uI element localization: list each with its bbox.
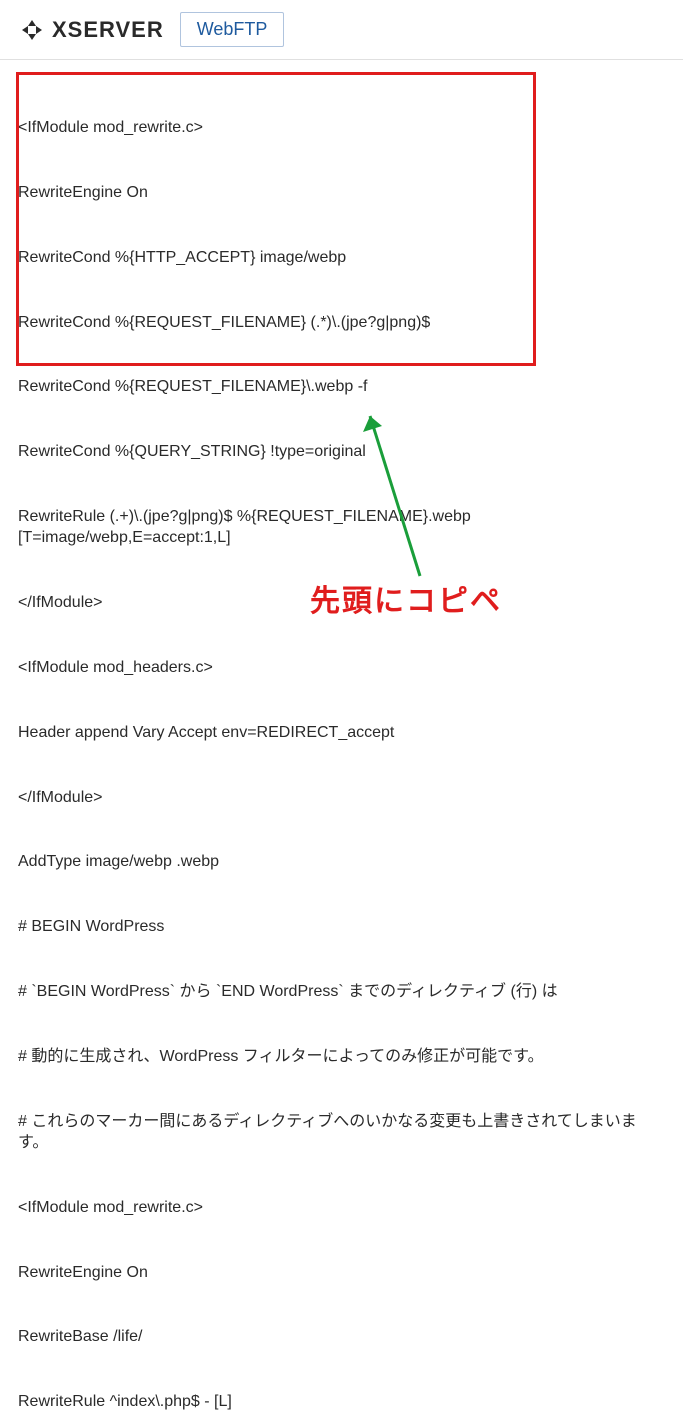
brand-logo: XSERVER — [20, 17, 164, 43]
code-line: <IfModule mod_rewrite.c> — [18, 1197, 665, 1219]
header-bar: XSERVER WebFTP — [0, 0, 683, 60]
code-line: RewriteBase /life/ — [18, 1326, 665, 1348]
annotation-label: 先頭にコピペ — [310, 576, 502, 620]
code-line: <IfModule mod_rewrite.c> — [18, 117, 665, 139]
code-line: # 動的に生成され、WordPress フィルターによってのみ修正が可能です。 — [18, 1046, 665, 1068]
htaccess-code-block: <IfModule mod_rewrite.c> RewriteEngine O… — [18, 74, 665, 1426]
code-line: </IfModule> — [18, 787, 665, 809]
code-line: <IfModule mod_headers.c> — [18, 657, 665, 679]
code-line: # BEGIN WordPress — [18, 916, 665, 938]
webftp-button[interactable]: WebFTP — [180, 12, 285, 47]
code-line: AddType image/webp .webp — [18, 851, 665, 873]
code-line: RewriteCond %{HTTP_ACCEPT} image/webp — [18, 247, 665, 269]
code-line: RewriteEngine On — [18, 1262, 665, 1284]
code-line: RewriteEngine On — [18, 182, 665, 204]
code-line: Header append Vary Accept env=REDIRECT_a… — [18, 722, 665, 744]
code-line: RewriteRule (.+)\.(jpe?g|png)$ %{REQUEST… — [18, 506, 665, 549]
code-line: # これらのマーカー間にあるディレクティブへのいかなる変更も上書きされてしまいま… — [18, 1111, 665, 1154]
code-line: RewriteRule ^index\.php$ - [L] — [18, 1391, 665, 1413]
xserver-logo-icon — [20, 18, 44, 42]
content-area: <IfModule mod_rewrite.c> RewriteEngine O… — [0, 60, 683, 1426]
code-line: RewriteCond %{QUERY_STRING} !type=origin… — [18, 441, 665, 463]
brand-text: XSERVER — [52, 17, 164, 43]
code-line: # `BEGIN WordPress` から `END WordPress` ま… — [18, 981, 665, 1003]
code-line: RewriteCond %{REQUEST_FILENAME} (.*)\.(j… — [18, 312, 665, 334]
code-line: RewriteCond %{REQUEST_FILENAME}\.webp -f — [18, 376, 665, 398]
